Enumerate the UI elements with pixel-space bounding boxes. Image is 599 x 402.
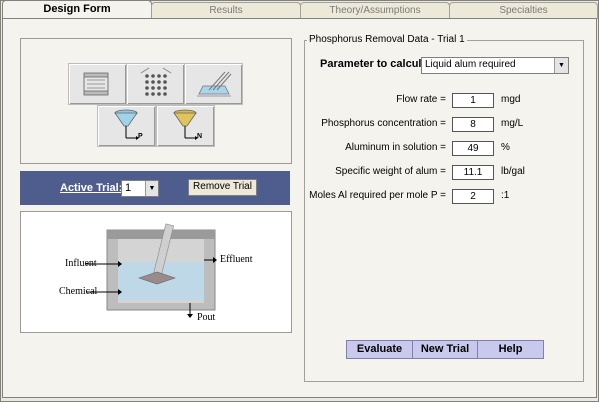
moles-al-per-mole-p-label: Moles Al required per mole P =: [309, 190, 446, 201]
nitrogen-funnel-icon: [173, 109, 198, 140]
pout-label: Pout: [197, 312, 216, 323]
nitrogen-removal-button[interactable]: [156, 105, 215, 147]
flow-rate-label: Flow rate =: [396, 94, 446, 105]
parameter-select[interactable]: Liquid alum required ▼: [421, 57, 569, 74]
specific-weight-of-alum-unit: lb/gal: [501, 166, 525, 177]
influent-label: Influent: [65, 258, 97, 269]
tab-results[interactable]: Results: [151, 2, 301, 19]
group-legend: Phosphorus Removal Data - Trial 1: [307, 34, 467, 45]
chevron-down-icon[interactable]: ▼: [554, 58, 568, 73]
tab-bar: Design Form Results Theory/Assumptions S…: [0, 0, 599, 20]
active-trial-bar: Active Trial: 1 ▼ Remove Trial: [20, 171, 290, 205]
effluent-label: Effluent: [220, 254, 253, 265]
rectangular-basin-button[interactable]: [68, 63, 127, 105]
tab-design-form[interactable]: Design Form: [2, 0, 152, 20]
aluminum-in-solution-label: Aluminum in solution =: [345, 142, 446, 153]
moles-al-per-mole-p-unit: :1: [501, 190, 510, 201]
flow-rate-input[interactable]: 1: [452, 93, 494, 108]
help-button[interactable]: Help: [477, 340, 544, 359]
evaluate-button[interactable]: Evaluate: [346, 340, 413, 359]
phosphorus-removal-button[interactable]: [97, 105, 156, 147]
nitrogen-label: N: [197, 133, 203, 140]
phosphorus-funnel-icon: [114, 109, 139, 140]
tab-specialties[interactable]: Specialties: [449, 2, 598, 19]
moles-al-per-mole-p-input[interactable]: 2: [452, 189, 494, 204]
new-trial-button[interactable]: New Trial: [412, 340, 478, 359]
aluminum-in-solution-unit: %: [501, 142, 510, 153]
aluminum-in-solution-input[interactable]: 49: [452, 141, 494, 156]
tube-settler-button[interactable]: [126, 63, 185, 105]
reactor-diagram: [86, 223, 217, 318]
active-trial-value: 1: [125, 182, 132, 194]
tab-theory-assumptions[interactable]: Theory/Assumptions: [300, 2, 450, 19]
process-diagram: Influent Effluent Chemical Pout: [20, 211, 292, 333]
tube-settler-icon: [140, 67, 172, 96]
rectangular-basin-icon: [83, 72, 109, 96]
active-trial-select[interactable]: 1 ▼: [121, 180, 159, 197]
phosphorus-concentration-unit: mg/L: [501, 118, 524, 129]
flow-rate-unit: mgd: [501, 94, 521, 105]
chevron-down-icon[interactable]: ▼: [145, 181, 158, 196]
phosphorus-label: P: [138, 133, 143, 140]
phosphorus-removal-data-group: [304, 40, 584, 382]
specific-weight-of-alum-input[interactable]: 11.1: [452, 165, 494, 180]
parameter-select-value: Liquid alum required: [425, 59, 516, 70]
inclined-settler-icon: [197, 71, 232, 97]
phosphorus-concentration-input[interactable]: 8: [452, 117, 494, 132]
chemical-label: Chemical: [59, 286, 98, 297]
active-trial-label: Active Trial:: [60, 182, 123, 194]
specific-weight-of-alum-label: Specific weight of alum =: [335, 166, 446, 177]
inclined-settler-button[interactable]: [184, 63, 243, 105]
phosphorus-concentration-label: Phosphorus concentration =: [321, 118, 446, 129]
remove-trial-button[interactable]: Remove Trial: [188, 179, 257, 196]
